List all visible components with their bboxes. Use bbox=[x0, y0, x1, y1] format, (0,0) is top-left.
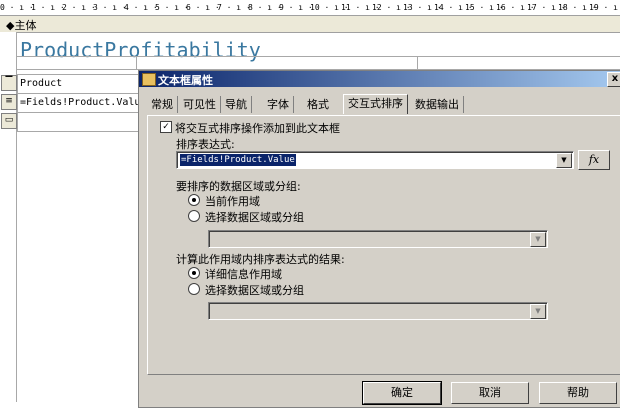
chevron-down-icon[interactable]: ▼ bbox=[556, 153, 572, 168]
sort-expression-combo[interactable]: =Fields!Product.Value ▼ bbox=[176, 151, 574, 169]
ruler-mark: 2 · ı · bbox=[62, 3, 96, 12]
tab-data-output[interactable]: 数据输出 bbox=[411, 96, 464, 113]
evaluate-select-radio[interactable] bbox=[188, 283, 200, 295]
ruler-mark: 18 · ı · bbox=[558, 3, 597, 12]
scope-group-label: 要排序的数据区域或分组: bbox=[176, 180, 301, 193]
ruler-mark: 13 · ı · bbox=[403, 3, 442, 12]
tab-navigation[interactable]: 导航 bbox=[221, 96, 252, 113]
evaluate-region-combo[interactable]: ▼ bbox=[208, 302, 548, 320]
dialog-titlebar[interactable]: 文本框属性 x bbox=[139, 71, 620, 87]
scope-current-radio[interactable] bbox=[188, 194, 200, 206]
ruler-mark: 3 · ı · bbox=[93, 3, 127, 12]
ruler-mark: 5 · ı · bbox=[155, 3, 189, 12]
scope-select-radio[interactable] bbox=[188, 210, 200, 222]
help-button[interactable]: 帮助 bbox=[539, 382, 617, 404]
tab-visibility[interactable]: 可见性 bbox=[179, 96, 221, 113]
ruler-mark: 6 · ı · bbox=[186, 3, 220, 12]
evaluate-detail-label: 详细信息作用域 bbox=[205, 268, 282, 281]
ruler-mark: 1 · ı · bbox=[31, 3, 65, 12]
ruler-mark: 0 · ı · bbox=[0, 3, 34, 12]
chevron-down-icon[interactable]: ▼ bbox=[530, 232, 546, 247]
ruler-mark: 12 · ı · bbox=[372, 3, 411, 12]
tab-font[interactable]: 字体 bbox=[263, 96, 294, 113]
ruler-mark: 15 · ı · bbox=[465, 3, 504, 12]
add-sort-checkbox-label: 将交互式排序操作添加到此文本框 bbox=[175, 122, 340, 135]
ruler-mark: 4 · ı · bbox=[124, 3, 158, 12]
header-row-handle[interactable]: ▔ bbox=[1, 75, 17, 91]
title-gridlines bbox=[17, 56, 620, 70]
dialog-app-icon bbox=[142, 73, 156, 86]
evaluate-detail-radio[interactable] bbox=[188, 267, 200, 279]
ok-button[interactable]: 确定 bbox=[362, 381, 442, 405]
ruler-mark: 17 · ı · bbox=[527, 3, 566, 12]
ruler-mark: 8 · ı · bbox=[248, 3, 282, 12]
ruler-mark: 11 · ı · bbox=[341, 3, 380, 12]
ruler-mark: 10 · ı · bbox=[310, 3, 349, 12]
evaluate-scope-label: 计算此作用域内排序表达式的结果: bbox=[176, 253, 345, 266]
header-cell-product[interactable]: Product bbox=[17, 74, 141, 94]
horizontal-ruler: 0 · ı · 1 · ı · 2 · ı · 3 · ı · 4 · ı · … bbox=[0, 0, 620, 16]
ruler-mark: 19 · ı · bbox=[589, 3, 620, 12]
scope-region-combo[interactable]: ▼ bbox=[208, 230, 548, 248]
fx-expression-button[interactable]: fx bbox=[578, 150, 610, 170]
interactive-sort-panel: ✓ 将交互式排序操作添加到此文本框 排序表达式: =Fields!Product… bbox=[147, 115, 620, 375]
add-sort-checkbox[interactable]: ✓ bbox=[160, 121, 172, 133]
section-label: ◆主体 bbox=[6, 19, 37, 32]
close-icon[interactable]: x bbox=[607, 72, 620, 87]
textbox-properties-dialog: 文本框属性 x 常规 可见性 导航 字体 格式 交互式排序 数据输出 ✓ 将交互… bbox=[138, 70, 620, 408]
evaluate-select-label: 选择数据区域或分组 bbox=[205, 284, 304, 297]
ruler-mark: 14 · ı · bbox=[434, 3, 473, 12]
ruler-mark: 7 · ı · bbox=[217, 3, 251, 12]
scope-select-label: 选择数据区域或分组 bbox=[205, 211, 304, 224]
detail-row-handle[interactable]: ≡ bbox=[1, 94, 17, 110]
tab-general[interactable]: 常规 bbox=[147, 96, 178, 113]
dialog-title: 文本框属性 bbox=[158, 74, 213, 87]
detail-cell-product-value[interactable]: =Fields!Product.Valu bbox=[17, 93, 141, 113]
tab-format[interactable]: 格式 bbox=[303, 96, 333, 113]
ruler-mark: 16 · ı · bbox=[496, 3, 535, 12]
footer-row-handle[interactable]: ▭ bbox=[1, 113, 17, 129]
chevron-down-icon[interactable]: ▼ bbox=[530, 304, 546, 319]
scope-current-label: 当前作用域 bbox=[205, 195, 260, 208]
body-section-bar[interactable]: ◆主体 bbox=[0, 16, 620, 33]
tab-interactive-sort[interactable]: 交互式排序 bbox=[343, 94, 408, 114]
sort-expression-label: 排序表达式: bbox=[176, 138, 235, 151]
sort-expression-value: =Fields!Product.Value bbox=[180, 154, 296, 166]
footer-cell[interactable] bbox=[17, 112, 141, 132]
cancel-button[interactable]: 取消 bbox=[451, 382, 529, 404]
ruler-mark: 9 · ı · bbox=[279, 3, 313, 12]
